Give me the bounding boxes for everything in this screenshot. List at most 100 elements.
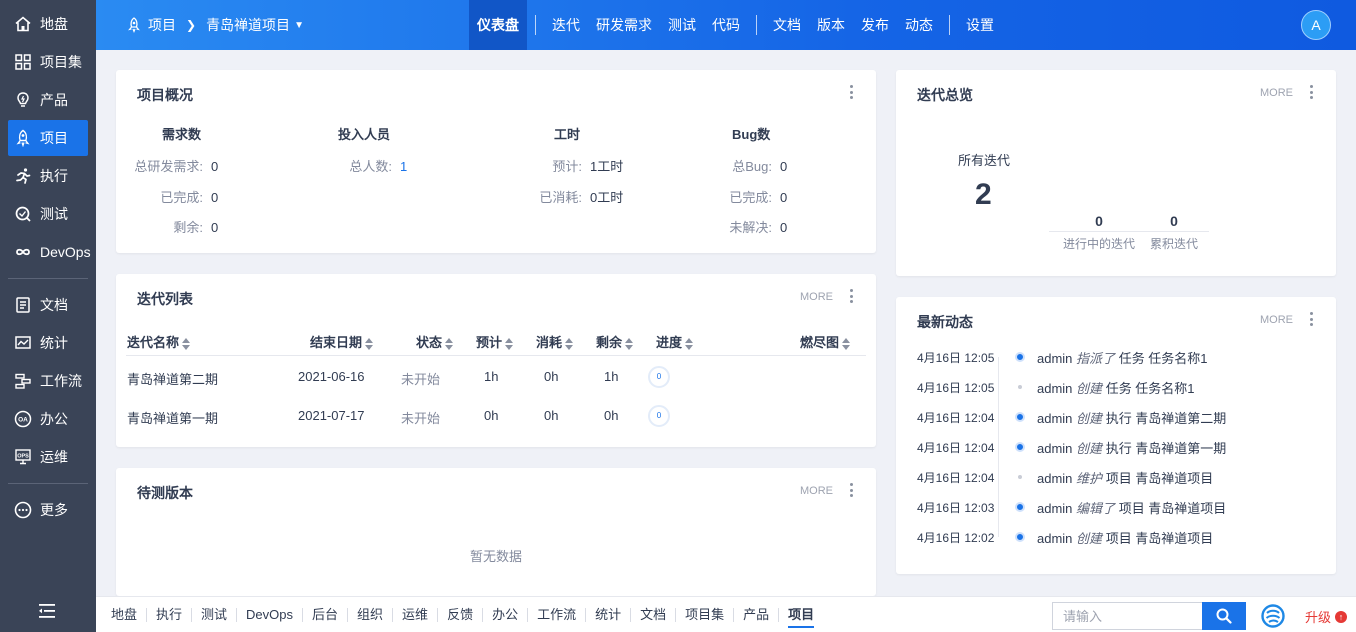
activity-time: 4月16日 12:04: [917, 471, 995, 485]
kebab-menu-icon[interactable]: [844, 83, 858, 101]
stat-open-bugs: 未解决: 0: [729, 220, 788, 235]
more-link[interactable]: MORE: [1260, 87, 1293, 99]
search-button[interactable]: [1202, 602, 1246, 630]
activity-time: 4月16日 12:04: [917, 411, 995, 425]
more-link[interactable]: MORE: [800, 291, 833, 303]
nav-tab[interactable]: 代码: [704, 0, 748, 50]
nav-tab[interactable]: 仪表盘: [469, 0, 527, 50]
column-header-status[interactable]: 状态: [416, 332, 454, 351]
taskbar-item[interactable]: 文档: [631, 597, 675, 632]
nav-tab[interactable]: 设置: [958, 0, 1002, 50]
taskbar-item[interactable]: 项目集: [676, 597, 733, 632]
caret-down-icon[interactable]: ▼: [294, 20, 304, 31]
main-nav: 仪表盘 迭代 研发需求 测试 代码 文档 版本 发布 动态 设置: [469, 0, 1002, 50]
nav-tab[interactable]: 发布: [853, 0, 897, 50]
column-header-consumed[interactable]: 消耗: [536, 332, 574, 351]
sidebar-item-label: 测试: [40, 206, 68, 222]
activity-object-link[interactable]: 项目 青岛禅道项目: [1106, 471, 1214, 486]
iteration-list-card: 迭代列表 MORE 迭代名称 结束日期 状态 预计 消耗 剩余 进度 燃尽图 青…: [116, 274, 876, 447]
sort-icon: [445, 337, 454, 350]
status: 未开始: [401, 411, 441, 426]
activity-text: admin 指派了 任务 任务名称1: [1037, 351, 1208, 366]
kebab-menu-icon[interactable]: [1304, 83, 1318, 101]
sidebar-item-label: 项目: [40, 130, 68, 146]
column-header-estimate[interactable]: 预计: [476, 332, 514, 351]
taskbar-item[interactable]: 运维: [393, 597, 437, 632]
breadcrumb-current-project[interactable]: 青岛禅道项目: [206, 15, 290, 35]
kebab-menu-icon[interactable]: [844, 287, 858, 305]
breadcrumb-root[interactable]: 项目: [148, 15, 176, 35]
taskbar-item[interactable]: 项目: [779, 597, 823, 632]
sidebar-item-ops[interactable]: OPS 运维: [8, 439, 88, 475]
sort-icon: [182, 337, 191, 350]
nav-divider: [535, 15, 536, 35]
timeline-dot: [1015, 352, 1025, 362]
sidebar-item-more[interactable]: 更多: [8, 492, 88, 528]
zentao-logo-icon[interactable]: [1261, 604, 1285, 628]
estimate: 1h: [484, 369, 499, 384]
activity-object-link[interactable]: 执行 青岛禅道第一期: [1106, 441, 1227, 456]
taskbar-item[interactable]: 测试: [192, 597, 236, 632]
sidebar-item-oa[interactable]: OA 办公: [8, 401, 88, 437]
column-header-end-date[interactable]: 结束日期: [310, 332, 374, 351]
iteration-name-link[interactable]: 青岛禅道第二期: [127, 369, 218, 388]
activity-time: 4月16日 12:02: [917, 531, 995, 545]
activity-object-link[interactable]: 任务 任务名称1: [1106, 381, 1195, 396]
column-header-burndown[interactable]: 燃尽图: [800, 332, 851, 351]
more-link[interactable]: MORE: [800, 485, 833, 497]
sidebar-item-label: 文档: [40, 297, 68, 313]
sidebar-item-run[interactable]: 执行: [8, 158, 88, 194]
taskbar-item[interactable]: DevOps: [237, 597, 302, 632]
members-count-link[interactable]: 1: [400, 159, 407, 174]
project-overview-card: 项目概况 需求数 总研发需求: 0 已完成: 0 剩余: 0 投入人员 总人数: 1 工…: [116, 70, 876, 253]
svg-text:OPS: OPS: [17, 454, 29, 460]
taskbar-item[interactable]: 后台: [303, 597, 347, 632]
activity-object-link[interactable]: 项目 青岛禅道项目: [1106, 531, 1214, 546]
sidebar-item-chart[interactable]: 统计: [8, 325, 88, 361]
progress-ring: 0: [648, 405, 670, 427]
activity-object-link[interactable]: 任务 任务名称1: [1119, 351, 1208, 366]
taskbar-item[interactable]: 办公: [483, 597, 527, 632]
column-header-left[interactable]: 剩余: [596, 332, 634, 351]
nav-tab[interactable]: 研发需求: [588, 0, 660, 50]
nav-tab[interactable]: 测试: [660, 0, 704, 50]
kebab-menu-icon[interactable]: [1304, 310, 1318, 328]
taskbar-item[interactable]: 反馈: [438, 597, 482, 632]
nav-tab[interactable]: 动态: [897, 0, 941, 50]
svg-text:OA: OA: [18, 417, 28, 424]
sidebar-item-rocket[interactable]: 项目: [8, 120, 88, 156]
sidebar-item-label: 产品: [40, 92, 68, 108]
column-header-name[interactable]: 迭代名称: [127, 332, 191, 351]
activity-object-link[interactable]: 项目 青岛禅道项目: [1119, 501, 1227, 516]
activity-text: admin 创建 执行 青岛禅道第二期: [1037, 411, 1227, 426]
kebab-menu-icon[interactable]: [844, 481, 858, 499]
nav-tab[interactable]: 版本: [809, 0, 853, 50]
taskbar-item[interactable]: 组织: [348, 597, 392, 632]
taskbar-item[interactable]: 执行: [147, 597, 191, 632]
collapse-menu-button[interactable]: [0, 592, 96, 632]
sidebar-item-home[interactable]: 地盘: [8, 6, 88, 42]
bulb-icon: [14, 91, 32, 109]
global-search-input[interactable]: [1052, 602, 1202, 630]
more-link[interactable]: MORE: [1260, 314, 1293, 326]
nav-tab[interactable]: 迭代: [544, 0, 588, 50]
sidebar-item-bulb[interactable]: 产品: [8, 82, 88, 118]
upgrade-button[interactable]: 升级 ↑: [1305, 607, 1348, 626]
taskbar-item[interactable]: 工作流: [528, 597, 585, 632]
taskbar-item[interactable]: 统计: [586, 597, 630, 632]
taskbar-item[interactable]: 产品: [734, 597, 778, 632]
sidebar-item-test[interactable]: 测试: [8, 196, 88, 232]
taskbar-item[interactable]: 地盘: [102, 597, 146, 632]
activity-object-link[interactable]: 执行 青岛禅道第二期: [1106, 411, 1227, 426]
column-header-progress[interactable]: 进度: [656, 332, 694, 351]
iteration-name-link[interactable]: 青岛禅道第一期: [127, 408, 218, 427]
sidebar-item-grid[interactable]: 项目集: [8, 44, 88, 80]
nav-tab[interactable]: 文档: [765, 0, 809, 50]
user-avatar[interactable]: A: [1301, 10, 1331, 40]
sidebar-item-doc[interactable]: 文档: [8, 287, 88, 323]
total-iterations-label: 累积迭代: [1149, 237, 1198, 251]
sidebar-item-infinity[interactable]: DevOps: [8, 234, 91, 270]
sidebar-item-workflow[interactable]: 工作流: [8, 363, 88, 399]
stat-consumed-hours: 已消耗: 0工时: [539, 190, 624, 205]
activity-item: 4月16日 12:05 admin 指派了 任务 任务名称1: [917, 342, 1317, 372]
